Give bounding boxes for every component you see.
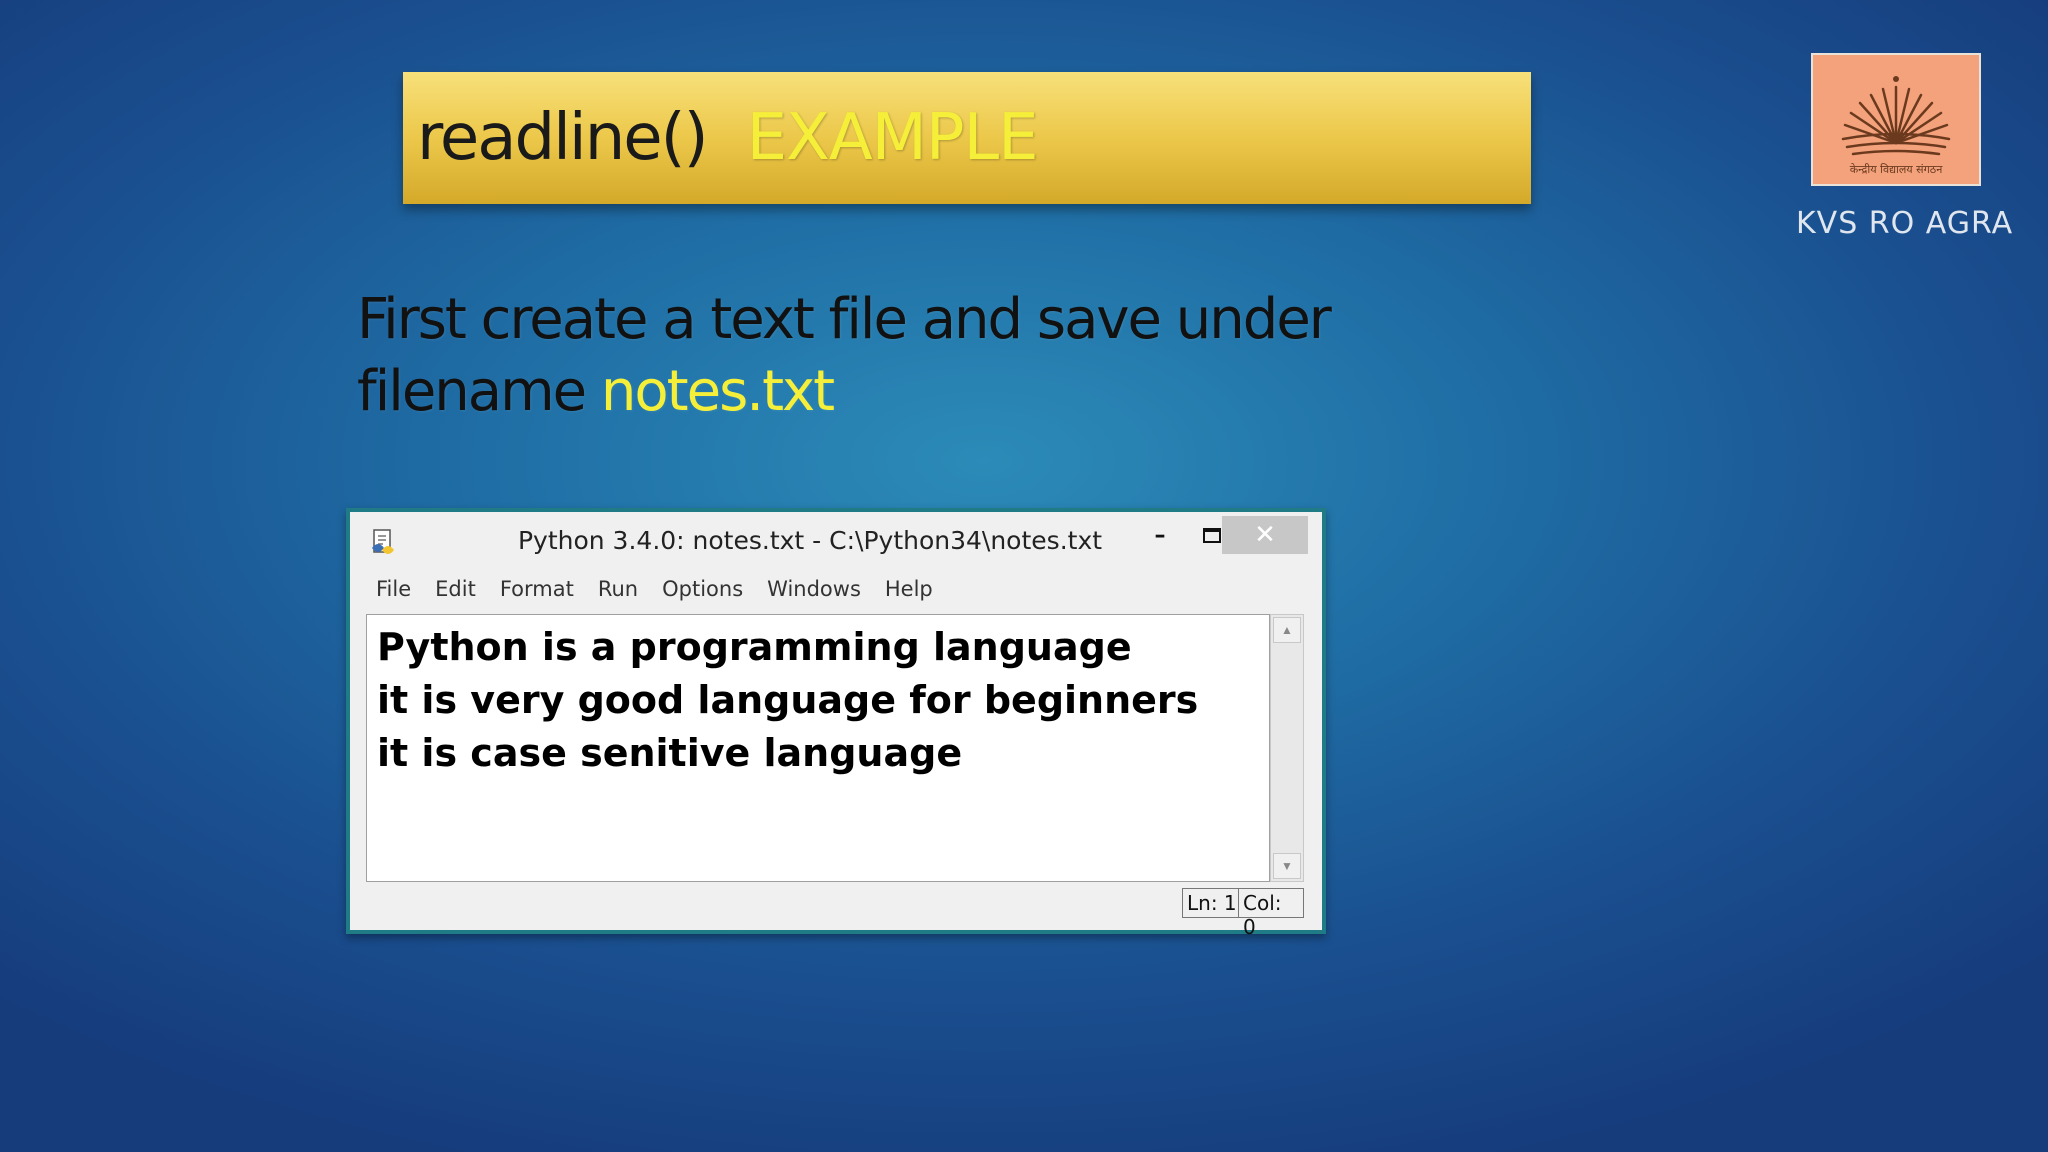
menu-edit[interactable]: Edit <box>423 577 488 601</box>
slide-title-banner: readline() EXAMPLE <box>403 72 1531 204</box>
instruction-filename: notes.txt <box>600 359 835 424</box>
menu-run[interactable]: Run <box>586 577 650 601</box>
instruction-line-2: filename notes.txt <box>357 356 1457 428</box>
editor-line-2: it is very good language for beginners <box>377 678 1199 722</box>
status-bar: Ln: 1 Col: 0 <box>366 884 1304 939</box>
slide-title: readline() <box>417 101 709 175</box>
chevron-down-icon: ▼ <box>1281 859 1293 873</box>
menu-file[interactable]: File <box>364 577 423 601</box>
instruction-prefix: filename <box>357 359 587 424</box>
vertical-scrollbar[interactable]: ▲ ▼ <box>1270 614 1304 882</box>
window-title: Python 3.4.0: notes.txt - C:\Python34\no… <box>517 526 1103 555</box>
idle-editor-window[interactable]: Python 3.4.0: notes.txt - C:\Python34\no… <box>346 508 1326 939</box>
close-button[interactable]: ✕ <box>1222 516 1308 554</box>
menu-bar: File Edit Format Run Options Windows Hel… <box>364 572 1314 606</box>
menu-options[interactable]: Options <box>650 577 755 601</box>
text-editor-area[interactable]: Python is a programming language it is v… <box>366 614 1270 882</box>
menu-format[interactable]: Format <box>488 577 586 601</box>
minimize-icon: – <box>1154 522 1166 548</box>
editor-line-1: Python is a programming language <box>377 625 1132 669</box>
scroll-up-button[interactable]: ▲ <box>1273 617 1301 643</box>
scroll-down-button[interactable]: ▼ <box>1273 853 1301 879</box>
logo-caption: KVS RO AGRA <box>1796 206 2014 241</box>
chevron-up-icon: ▲ <box>1281 623 1293 637</box>
editor-line-3: it is case senitive language <box>377 731 963 775</box>
svg-text:केन्द्रीय विद्यालय संगठन: केन्द्रीय विद्यालय संगठन <box>1850 163 1944 176</box>
instruction-line-1: First create a text file and save under <box>357 287 1332 352</box>
instruction-text: First create a text file and save under … <box>357 284 1457 428</box>
menu-windows[interactable]: Windows <box>755 577 873 601</box>
status-column-number: Col: 0 <box>1238 888 1304 939</box>
minimize-button[interactable]: – <box>1134 516 1186 554</box>
close-icon: ✕ <box>1254 520 1276 550</box>
slide-title-accent: EXAMPLE <box>746 101 1039 175</box>
menu-help[interactable]: Help <box>873 577 945 601</box>
kvs-logo: केन्द्रीय विद्यालय संगठन <box>1811 53 1981 186</box>
status-line-number: Ln: 1 <box>1182 888 1242 918</box>
window-titlebar[interactable]: Python 3.4.0: notes.txt - C:\Python34\no… <box>350 512 1322 570</box>
sun-emblem-icon: केन्द्रीय विद्यालय संगठन <box>1841 76 1951 176</box>
maximize-icon <box>1203 527 1221 543</box>
